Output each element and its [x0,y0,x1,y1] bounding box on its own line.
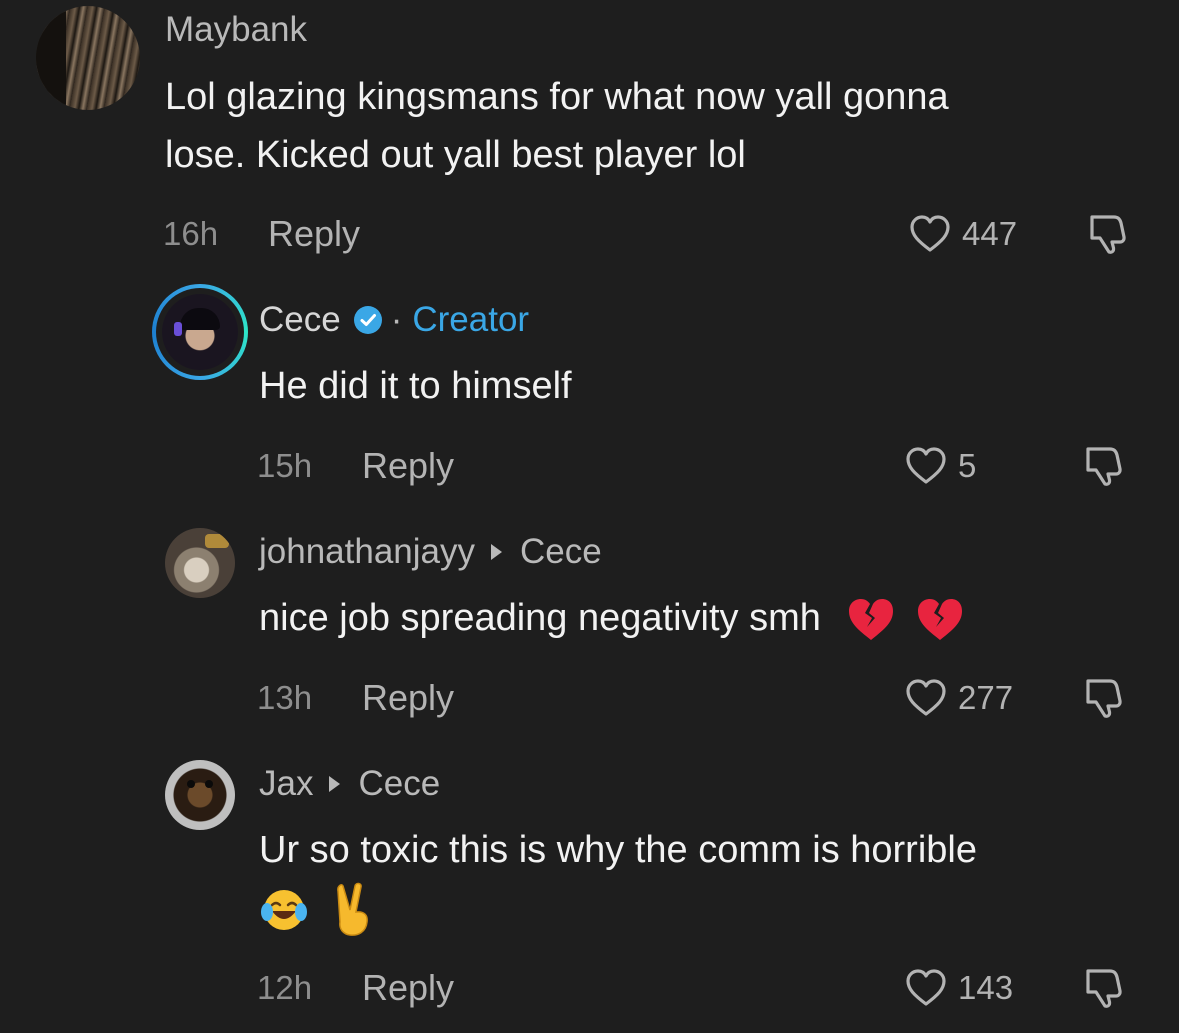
like-count: 447 [962,215,1018,252]
heart-icon[interactable] [904,446,948,486]
like-count: 143 [958,969,1014,1006]
reply-button[interactable]: Reply [362,967,454,1009]
dislike-icon[interactable] [1082,443,1128,489]
dislike-icon[interactable] [1086,211,1132,257]
username[interactable]: johnathanjayy [259,532,475,572]
dislike-icon[interactable] [1082,965,1128,1011]
comment-text: Ur so toxic this is why the comm is horr… [259,821,977,937]
username[interactable]: Cece [259,300,341,340]
verified-check-icon [353,306,382,334]
username[interactable]: Maybank [165,10,307,50]
username-line: Maybank [165,10,307,50]
like-group: 143 [904,966,1013,1010]
timestamp: 13h [257,679,313,716]
comment-meta: 15h Reply [257,444,454,488]
victory-hand-icon [336,882,368,936]
broken-heart-icon [918,598,962,640]
heart-icon[interactable] [904,968,948,1008]
creator-badge: Creator [412,300,530,339]
heart-icon[interactable] [908,214,952,254]
emoji-line [259,879,977,937]
username-line: Cece · Creator [259,300,529,340]
reply-to-username[interactable]: Cece [520,532,602,572]
reply-to-username[interactable]: Cece [358,764,440,804]
timestamp: 15h [257,447,313,484]
timestamp: 16h [163,215,219,252]
timestamp: 12h [257,969,313,1006]
reply-button[interactable]: Reply [362,677,454,719]
like-group: 447 [908,212,1017,256]
comment-text: He did it to himself [259,365,572,407]
reply-button[interactable]: Reply [362,445,454,487]
like-group: 5 [904,444,976,488]
like-group: 277 [904,676,1013,720]
comment-text-line-2: lose. Kicked out yall best player lol [165,134,746,176]
username-line: Jax Cece [259,764,440,804]
heart-icon[interactable] [904,678,948,718]
username-line: johnathanjayy Cece [259,532,602,572]
avatar [162,294,238,370]
comment-meta: 12h Reply [257,966,454,1010]
avatar[interactable] [36,6,140,110]
like-count: 5 [958,447,977,484]
dislike-icon[interactable] [1082,675,1128,721]
broken-heart-icon [849,598,894,640]
reply-to-arrow-icon [491,544,502,560]
comment-text: Lol glazing kingsmans for what now yall … [165,68,949,184]
laughing-tears-icon [261,889,307,930]
comment-text-content: Ur so toxic this is why the comm is horr… [259,829,977,871]
avatar[interactable] [165,528,235,598]
comment-text-content: nice job spreading negativity smh [259,597,821,639]
like-count: 277 [958,679,1014,716]
separator-dot: · [390,300,403,339]
reply-to-arrow-icon [329,776,341,792]
reply-button[interactable]: Reply [268,213,360,255]
avatar[interactable] [165,760,235,830]
comment-meta: 13h Reply [257,676,454,720]
comment-meta: 16h Reply [163,212,360,256]
username[interactable]: Jax [259,764,313,804]
creator-avatar-ring[interactable] [152,284,248,380]
comment-text-line-1: Lol glazing kingsmans for what now yall … [165,76,949,118]
comment-text: nice job spreading negativity smh [259,589,966,647]
